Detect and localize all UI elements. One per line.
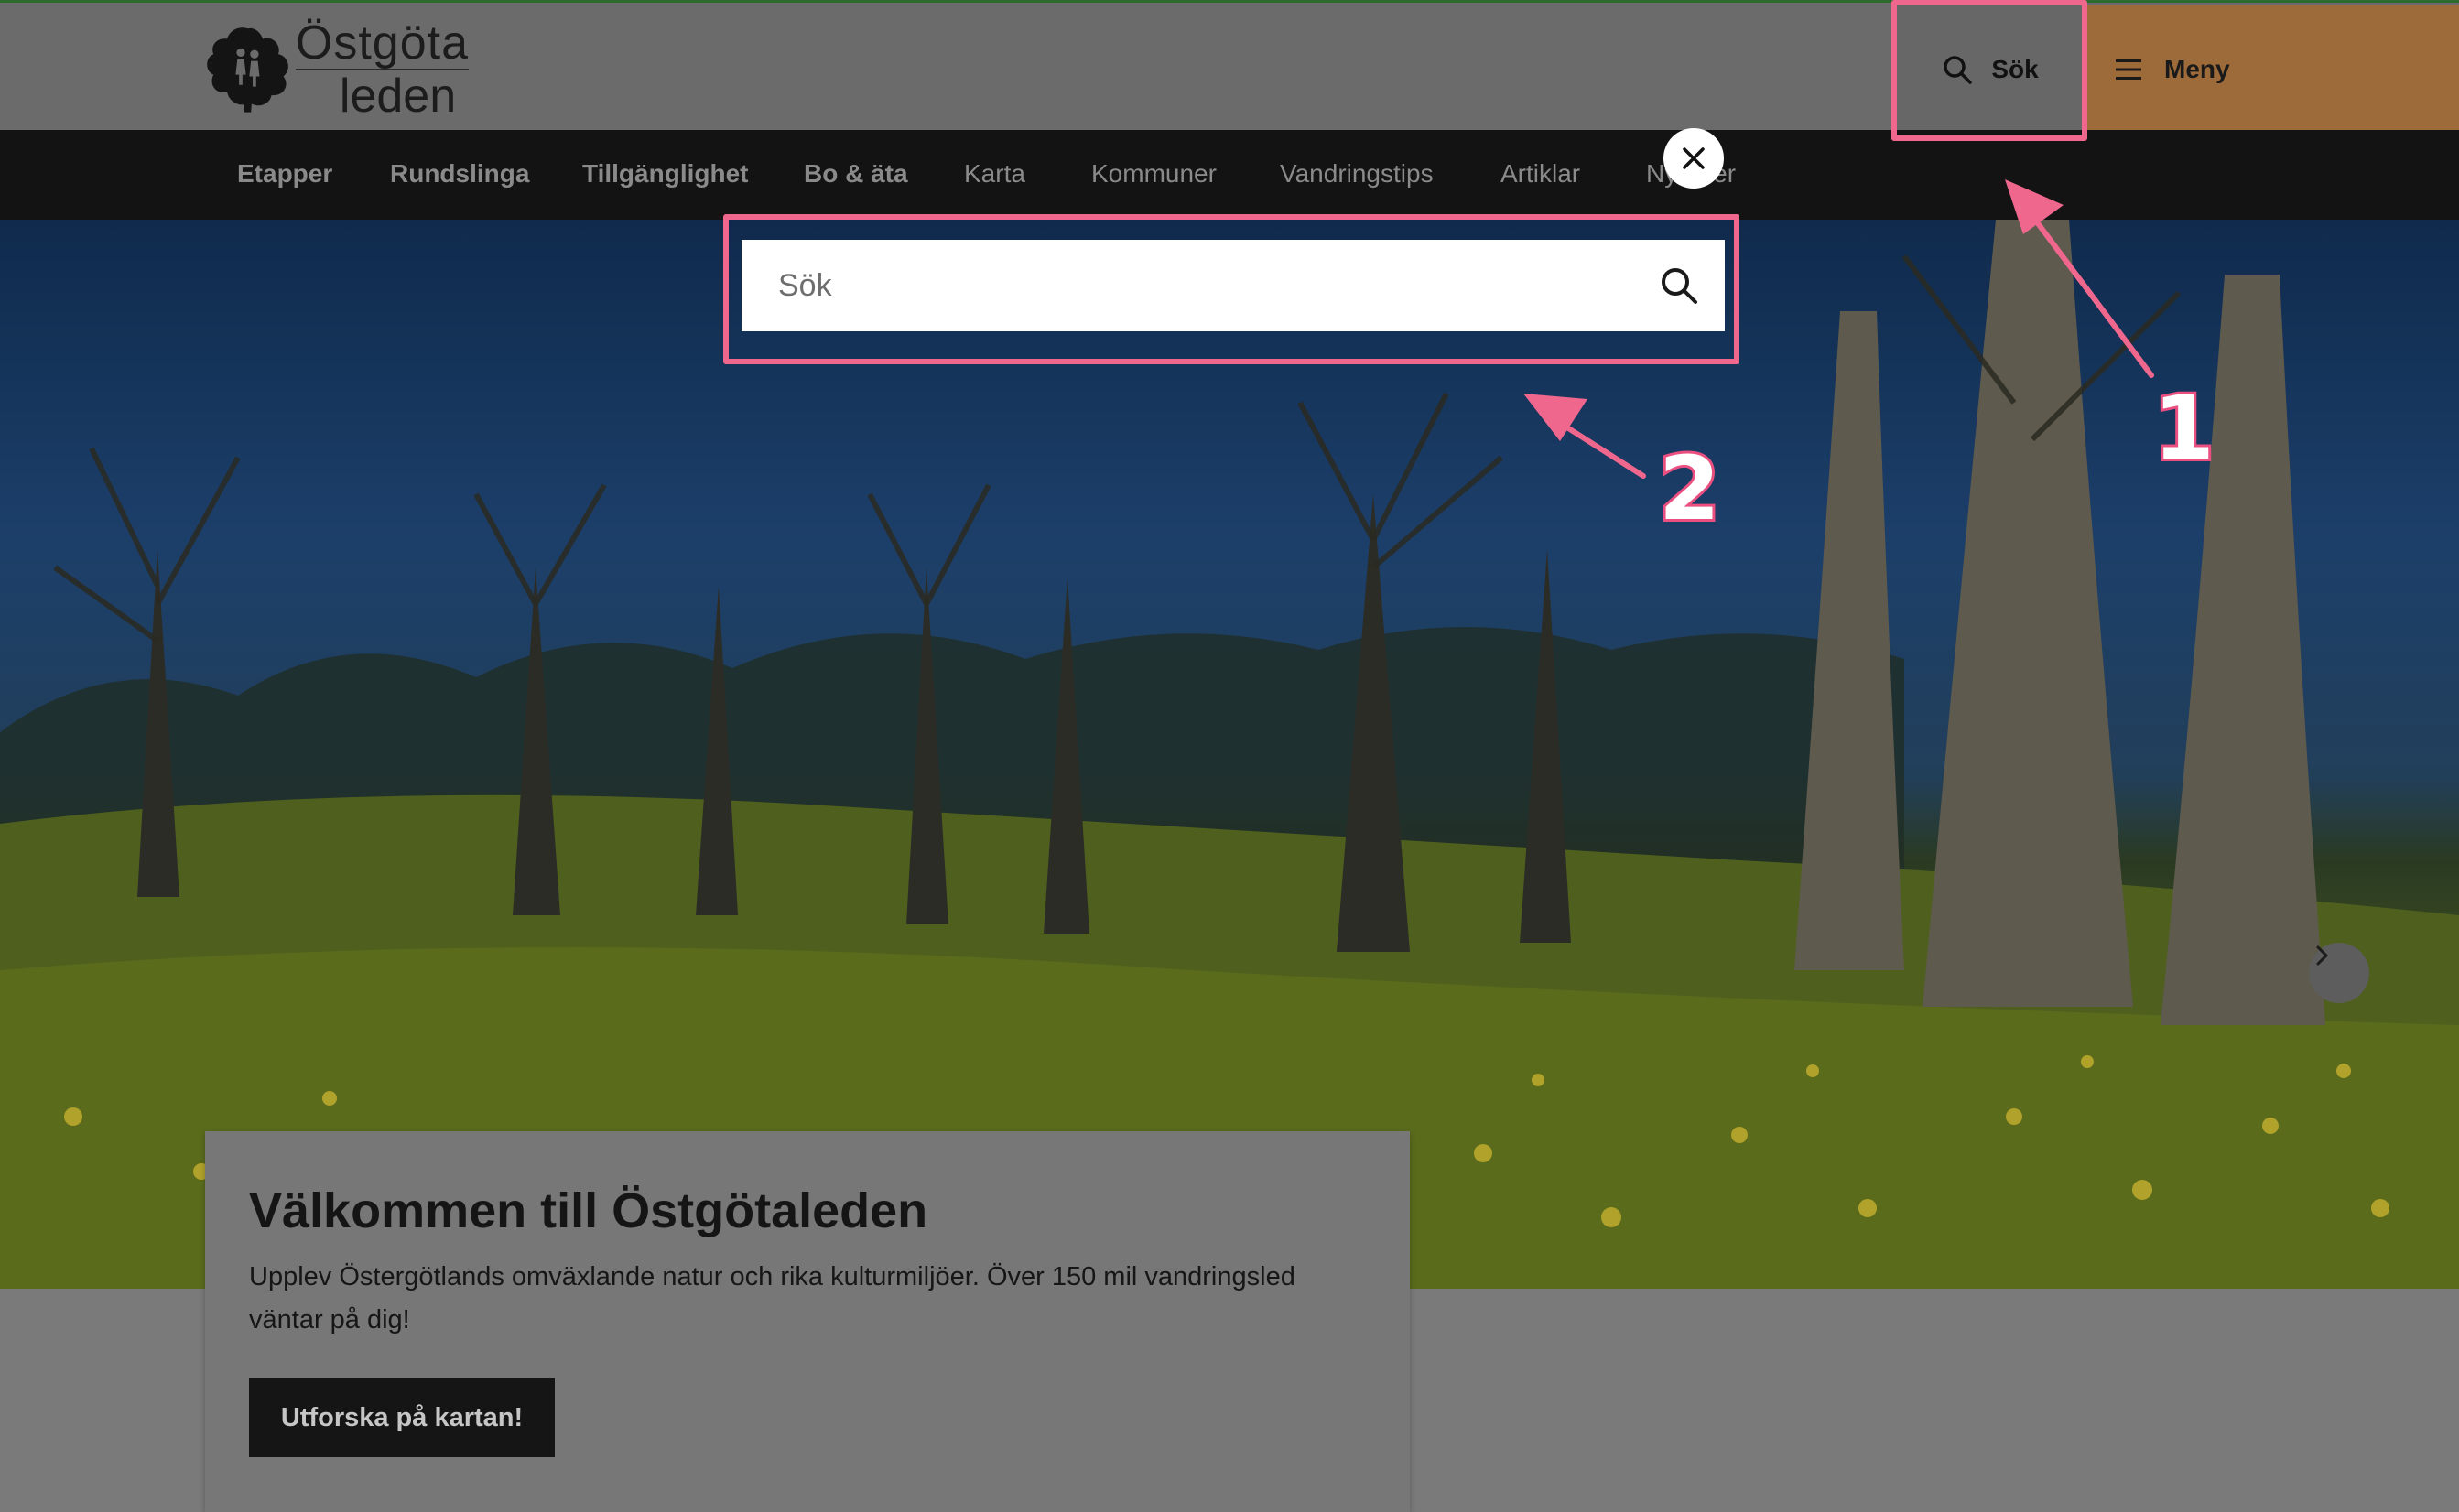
annotation-label-1: 1 [2150,377,2217,480]
annotation-label-2: 2 [1656,437,1723,540]
annotation-arrow-icons [1523,179,2154,479]
